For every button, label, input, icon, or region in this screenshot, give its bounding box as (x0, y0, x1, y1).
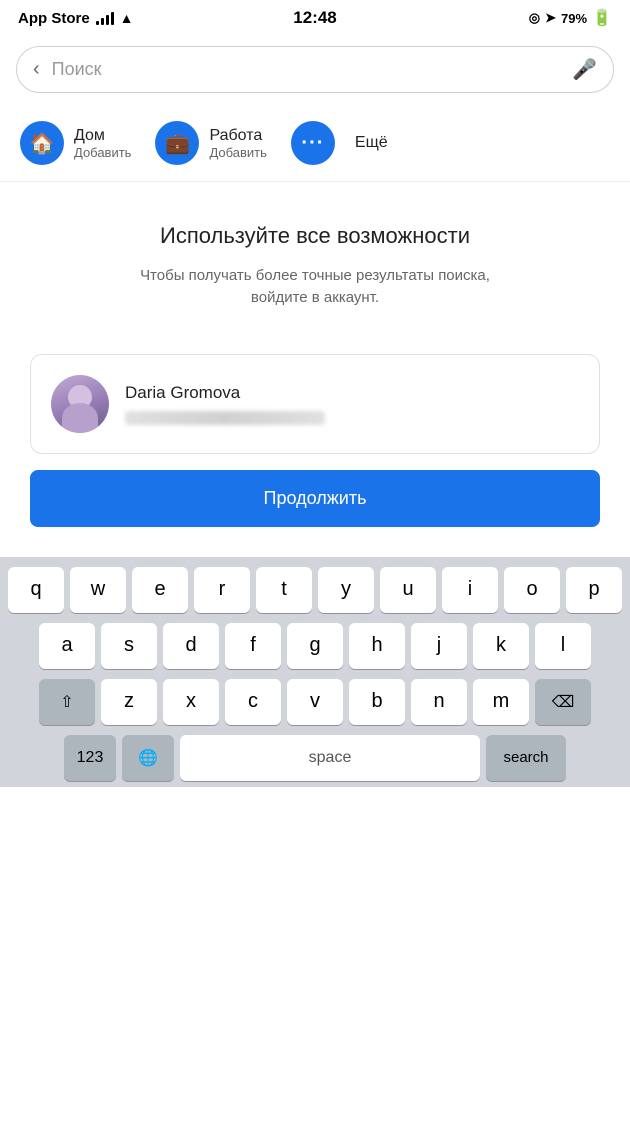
keyboard-row-1: q w e r t y u i o p (4, 567, 626, 613)
globe-key[interactable]: 🌐 (122, 735, 174, 781)
work-sub: Добавить (209, 145, 266, 160)
keyboard-row-2: a s d f g h j k l (4, 623, 626, 669)
status-time: 12:48 (293, 8, 336, 28)
key-t[interactable]: t (256, 567, 312, 613)
user-details: Daria Gromova (125, 383, 579, 425)
status-bar: App Store ▲ 12:48 ◎ ➤ 79% 🔋 (0, 0, 630, 36)
user-card: Daria Gromova (30, 354, 600, 454)
carrier-label: App Store (18, 10, 90, 27)
work-quick-link[interactable]: 💼 Работа Добавить (155, 121, 266, 165)
continue-button[interactable]: Продолжить (30, 470, 600, 527)
avatar (51, 375, 109, 433)
keyboard: q w e r t y u i o p a s d f g h j k l ⇧ … (0, 557, 630, 787)
key-n[interactable]: n (411, 679, 467, 725)
key-q[interactable]: q (8, 567, 64, 613)
key-y[interactable]: y (318, 567, 374, 613)
key-g[interactable]: g (287, 623, 343, 669)
numbers-key[interactable]: 123 (64, 735, 116, 781)
wifi-icon: ▲ (120, 10, 134, 26)
back-arrow-icon[interactable]: ‹ (33, 58, 40, 81)
promo-section: Используйте все возможности Чтобы получа… (0, 182, 630, 334)
key-s[interactable]: s (101, 623, 157, 669)
status-left: App Store ▲ (18, 10, 134, 27)
promo-subtitle: Чтобы получать более точные результаты п… (30, 265, 600, 310)
more-label: Ещё (355, 134, 388, 152)
work-icon: 💼 (155, 121, 199, 165)
continue-button-wrap: Продолжить (0, 454, 630, 557)
key-f[interactable]: f (225, 623, 281, 669)
more-quick-link[interactable]: ··· Ещё (291, 121, 388, 165)
key-r[interactable]: r (194, 567, 250, 613)
home-icon: 🏠 (20, 121, 64, 165)
key-p[interactable]: p (566, 567, 622, 613)
user-name: Daria Gromova (125, 383, 579, 403)
key-h[interactable]: h (349, 623, 405, 669)
key-j[interactable]: j (411, 623, 467, 669)
home-title: Дом (74, 127, 131, 145)
search-bar-container: ‹ Поиск 🎤 (0, 36, 630, 105)
quick-links: 🏠 Дом Добавить 💼 Работа Добавить ··· Ещё (0, 105, 630, 182)
key-w[interactable]: w (70, 567, 126, 613)
key-m[interactable]: m (473, 679, 529, 725)
battery-percent: 79% (561, 11, 587, 26)
key-b[interactable]: b (349, 679, 405, 725)
status-right: ◎ ➤ 79% 🔋 (529, 8, 612, 28)
key-u[interactable]: u (380, 567, 436, 613)
user-info: Daria Gromova (51, 375, 579, 453)
search-key[interactable]: search (486, 735, 566, 781)
key-v[interactable]: v (287, 679, 343, 725)
home-quick-link[interactable]: 🏠 Дом Добавить (20, 121, 131, 165)
key-k[interactable]: k (473, 623, 529, 669)
shift-key[interactable]: ⇧ (39, 679, 95, 725)
key-d[interactable]: d (163, 623, 219, 669)
keyboard-row-3: ⇧ z x c v b n m ⌫ (4, 679, 626, 725)
signal-bars (96, 11, 114, 25)
key-x[interactable]: x (163, 679, 219, 725)
arrow-icon: ➤ (545, 10, 556, 26)
work-title: Работа (209, 127, 266, 145)
key-e[interactable]: e (132, 567, 188, 613)
keyboard-bottom-row: 123 🌐 space search (4, 735, 626, 781)
home-sub: Добавить (74, 145, 131, 160)
more-dots-icon: ··· (291, 121, 335, 165)
key-i[interactable]: i (442, 567, 498, 613)
location-icon: ◎ (529, 10, 540, 26)
search-bar[interactable]: ‹ Поиск 🎤 (16, 46, 614, 93)
delete-key[interactable]: ⌫ (535, 679, 591, 725)
battery-icon: 🔋 (592, 8, 612, 28)
promo-title: Используйте все возможности (30, 222, 600, 251)
key-o[interactable]: o (504, 567, 560, 613)
key-z[interactable]: z (101, 679, 157, 725)
microphone-icon[interactable]: 🎤 (572, 57, 597, 82)
key-l[interactable]: l (535, 623, 591, 669)
space-key[interactable]: space (180, 735, 480, 781)
search-placeholder: Поиск (52, 59, 560, 80)
key-c[interactable]: c (225, 679, 281, 725)
key-a[interactable]: a (39, 623, 95, 669)
user-email-blurred (125, 411, 325, 425)
